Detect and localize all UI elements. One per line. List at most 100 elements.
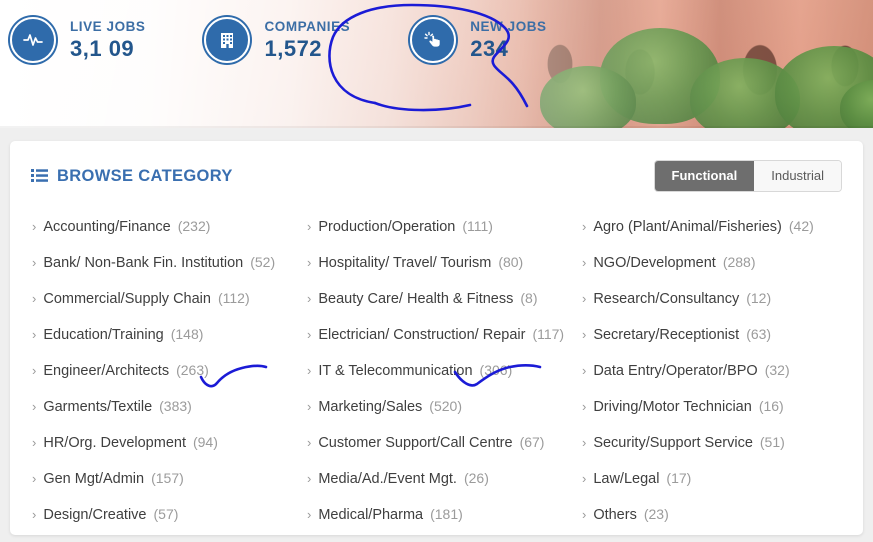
category-item-data-entry-operator-bpo[interactable]: › Data Entry/Operator/BPO (32): [574, 352, 849, 388]
category-count: (157): [151, 470, 184, 486]
stats-row: LIVE JOBS 3,1 09 COMPANIES 1,572 NEW JOB…: [0, 0, 547, 63]
category-count: (94): [192, 434, 218, 450]
category-item-marketing-sales[interactable]: › Marketing/Sales (520): [299, 388, 574, 424]
category-label: Accounting/Finance: [43, 219, 171, 235]
category-label: Garments/Textile: [43, 399, 153, 415]
chevron-right-icon: ›: [32, 507, 37, 522]
category-item-hr-org-development[interactable]: › HR/Org. Development (94): [24, 424, 299, 460]
category-label: Production/Operation: [318, 219, 456, 235]
category-item-gen-mgt-admin[interactable]: › Gen Mgt/Admin (157): [24, 460, 299, 496]
category-item-medical-pharma[interactable]: › Medical/Pharma (181): [299, 496, 574, 532]
chevron-right-icon: ›: [581, 219, 587, 234]
stat-live-jobs-text: LIVE JOBS 3,1 09: [70, 20, 145, 61]
category-label: Driving/Motor Technician: [593, 399, 752, 415]
category-label: Research/Consultancy: [593, 291, 740, 307]
stat-live-jobs-value: 3,1 09: [70, 36, 135, 62]
category-count: (8): [520, 290, 538, 306]
chevron-right-icon: ›: [581, 471, 587, 486]
category-label: Agro (Plant/Animal/Fisheries): [593, 219, 782, 235]
building-icon: [204, 17, 251, 63]
category-item-production-operation[interactable]: › Production/Operation (111): [299, 208, 574, 244]
category-item-bank-non-bank[interactable]: › Bank/ Non-Bank Fin. Institution (52): [24, 244, 299, 280]
chevron-right-icon: ›: [32, 363, 37, 378]
stat-companies-text: COMPANIES 1,572: [264, 20, 350, 61]
category-label: Customer Support/Call Centre: [318, 435, 513, 451]
category-item-others[interactable]: › Others (23): [574, 496, 849, 532]
category-item-electrician-construction-repair[interactable]: › Electrician/ Construction/ Repair (117): [299, 316, 574, 352]
category-label: Commercial/Supply Chain: [43, 291, 211, 307]
category-count: (42): [788, 218, 814, 234]
category-item-ngo-development[interactable]: › NGO/Development (288): [574, 244, 849, 280]
category-count: (32): [764, 362, 790, 378]
category-label: HR/Org. Development: [43, 435, 186, 451]
category-item-law-legal[interactable]: › Law/Legal (17): [574, 460, 849, 496]
chevron-right-icon: ›: [306, 435, 312, 450]
stat-companies[interactable]: COMPANIES 1,572: [204, 17, 350, 63]
category-item-accounting-finance[interactable]: › Accounting/Finance (232): [24, 208, 299, 244]
chevron-right-icon: ›: [306, 399, 312, 414]
list-icon: [31, 168, 48, 184]
chevron-right-icon: ›: [306, 291, 312, 306]
category-item-garments-textile[interactable]: › Garments/Textile (383): [24, 388, 299, 424]
category-count: (23): [643, 506, 669, 522]
chevron-right-icon: ›: [581, 399, 587, 414]
chevron-right-icon: ›: [306, 471, 312, 486]
chevron-right-icon: ›: [306, 255, 312, 270]
category-item-agro[interactable]: › Agro (Plant/Animal/Fisheries) (42): [574, 208, 849, 244]
stat-live-jobs[interactable]: LIVE JOBS 3,1 09: [10, 17, 145, 63]
browse-category-card: BROWSE CATEGORY Functional Industrial › A…: [10, 141, 863, 535]
stat-new-jobs-text: NEW JOBS 234: [470, 20, 546, 61]
category-item-design-creative[interactable]: › Design/Creative (57): [24, 496, 299, 532]
category-count: (117): [532, 326, 565, 342]
category-count: (111): [462, 218, 493, 234]
category-item-hospitality-travel-tourism[interactable]: › Hospitality/ Travel/ Tourism (80): [299, 244, 574, 280]
category-item-engineer-architects[interactable]: › Engineer/Architects (263): [24, 352, 299, 388]
stat-companies-label: COMPANIES: [264, 18, 351, 34]
chevron-right-icon: ›: [32, 435, 37, 450]
category-count: (63): [746, 326, 772, 342]
stat-new-jobs[interactable]: NEW JOBS 234: [410, 17, 546, 63]
stat-live-jobs-label: LIVE JOBS: [70, 18, 146, 34]
category-item-education-training[interactable]: › Education/Training (148): [24, 316, 299, 352]
chevron-right-icon: ›: [581, 327, 587, 342]
stat-new-jobs-value: 234: [470, 36, 509, 62]
category-column-1: › Accounting/Finance (232) › Bank/ Non-Bank…: [24, 208, 299, 532]
card-header: BROWSE CATEGORY Functional Industrial: [10, 141, 863, 192]
chevron-right-icon: ›: [306, 327, 312, 342]
chevron-right-icon: ›: [306, 219, 312, 234]
category-count: (520): [429, 398, 462, 414]
category-label: Hospitality/ Travel/ Tourism: [318, 255, 492, 271]
category-label: Media/Ad./Event Mgt.: [318, 471, 457, 487]
category-label: Law/Legal: [593, 471, 660, 487]
category-count: (16): [758, 398, 784, 414]
hero-bottom-divider: [0, 126, 873, 128]
category-count: (51): [759, 434, 785, 450]
category-label: Education/Training: [43, 327, 164, 343]
category-item-secretary-receptionist[interactable]: › Secretary/Receptionist (63): [574, 316, 849, 352]
category-label: IT & Telecommunication: [318, 363, 473, 379]
category-count: (52): [250, 254, 276, 270]
category-count: (17): [666, 470, 692, 486]
stat-new-jobs-label: NEW JOBS: [470, 18, 547, 34]
category-count: (232): [177, 218, 211, 234]
hero-stats-banner: LIVE JOBS 3,1 09 COMPANIES 1,572 NEW JOB…: [0, 0, 873, 128]
chevron-right-icon: ›: [581, 363, 587, 378]
category-item-media-ad-event-mgt[interactable]: › Media/Ad./Event Mgt. (26): [299, 460, 574, 496]
category-label: Data Entry/Operator/BPO: [593, 363, 758, 379]
category-count: (57): [153, 506, 179, 522]
category-item-driving-motor-technician[interactable]: › Driving/Motor Technician (16): [574, 388, 849, 424]
tab-industrial[interactable]: Industrial: [754, 161, 841, 191]
chevron-right-icon: ›: [32, 219, 37, 234]
category-column-2: › Production/Operation (111) › Hospitality/…: [299, 208, 574, 532]
category-type-toggle[interactable]: Functional Industrial: [653, 160, 842, 192]
tab-functional[interactable]: Functional: [654, 161, 755, 191]
category-item-it-telecommunication[interactable]: › IT & Telecommunication (306): [299, 352, 574, 388]
chevron-right-icon: ›: [32, 399, 37, 414]
category-item-security-support-service[interactable]: › Security/Support Service (51): [574, 424, 849, 460]
category-count: (67): [519, 434, 545, 450]
category-item-customer-support-call-centre[interactable]: › Customer Support/Call Centre (67): [299, 424, 574, 460]
category-label: Beauty Care/ Health & Fitness: [318, 291, 514, 307]
category-item-research-consultancy[interactable]: › Research/Consultancy (12): [574, 280, 849, 316]
category-item-commercial-supply-chain[interactable]: › Commercial/Supply Chain (112): [24, 280, 299, 316]
category-item-beauty-care-health-fitness[interactable]: › Beauty Care/ Health & Fitness (8): [299, 280, 574, 316]
